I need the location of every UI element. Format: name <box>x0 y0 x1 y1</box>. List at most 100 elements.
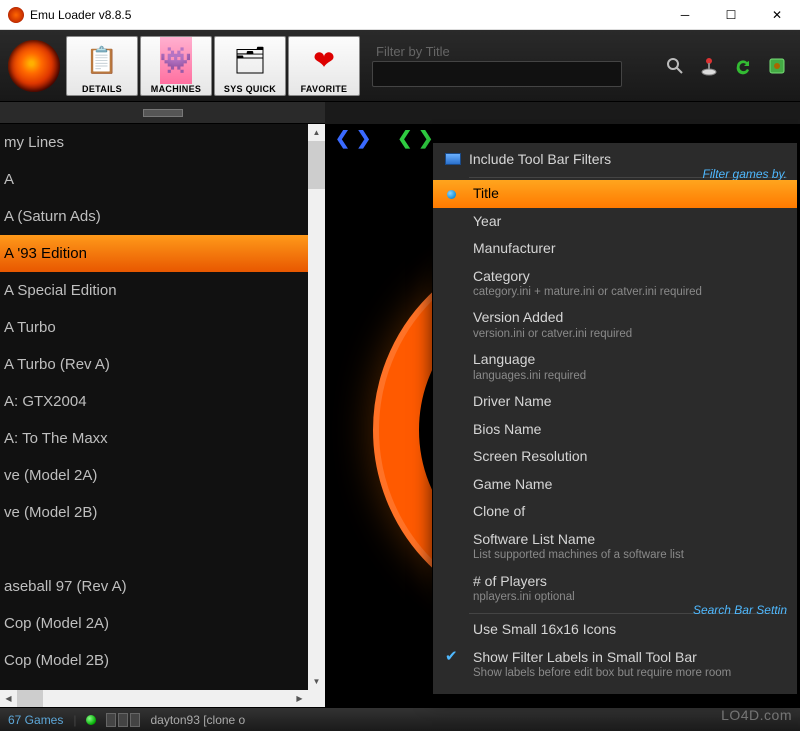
toolbar-glyph-icon: 📋 <box>86 37 118 84</box>
menu-item-clone-of[interactable]: Clone of <box>433 498 797 526</box>
scroll-thumb-h[interactable] <box>17 690 43 707</box>
menu-item-bios-name[interactable]: Bios Name <box>433 416 797 444</box>
close-button[interactable]: ✕ <box>754 0 800 30</box>
menu-item-label: Clone of <box>473 503 783 521</box>
menu-item-version-added[interactable]: Version Addedversion.ini or catver.ini r… <box>433 304 797 346</box>
menu-section-caption: Filter games by. <box>703 167 787 181</box>
menu-item-use-small-16x16-icons[interactable]: Use Small 16x16 Icons <box>433 616 797 644</box>
toolbar-button-details[interactable]: 📋DETAILS <box>66 36 138 96</box>
menu-item-manufacturer[interactable]: Manufacturer <box>433 235 797 263</box>
menu-item-driver-name[interactable]: Driver Name <box>433 388 797 416</box>
menu-item-screen-resolution[interactable]: Screen Resolution <box>433 443 797 471</box>
scroll-left-arrow-icon[interactable]: ◀ <box>0 690 17 707</box>
toolbar-glyph-icon: 🗂 <box>233 37 266 84</box>
scroll-thumb[interactable] <box>308 141 325 189</box>
menu-item-label: Show Filter Labels in Small Tool Bar <box>473 649 783 667</box>
game-list-item[interactable]: aseball 97 (Rev A) <box>0 568 308 605</box>
toolbar-button-label: MACHINES <box>151 84 201 94</box>
check-icon: ✔ <box>445 648 458 667</box>
menu-item-sublabel: languages.ini required <box>473 369 783 383</box>
menu-item-label: Driver Name <box>473 393 783 411</box>
menu-item-game-name[interactable]: Game Name <box>433 471 797 499</box>
menu-item-label: Screen Resolution <box>473 448 783 466</box>
menu-item-label: Bios Name <box>473 421 783 439</box>
game-list-item[interactable]: ve (Model 2B) <box>0 494 308 531</box>
menu-item-label: Year <box>473 213 783 231</box>
main-toolbar: 📋DETAILS👾MACHINES🗂SYS QUICK❤FAVORITE Fil… <box>0 30 800 102</box>
menu-item-sublabel: List supported machines of a software li… <box>473 548 783 562</box>
game-list: my LinesAA (Saturn Ads)A '93 EditionA Sp… <box>0 124 325 707</box>
menu-item-label: Title <box>473 185 783 203</box>
game-list-item[interactable]: ve (Model 2A) <box>0 457 308 494</box>
toolbar-glyph-icon: ❤ <box>313 37 335 84</box>
grip-handle-icon <box>143 109 183 117</box>
maximize-button[interactable]: ☐ <box>708 0 754 30</box>
toolbar-button-machines[interactable]: 👾MACHINES <box>140 36 212 96</box>
status-game-count: 67 Games <box>8 713 63 727</box>
logo-swirl-icon[interactable] <box>8 40 60 92</box>
game-list-item[interactable]: A: GTX2004 <box>0 383 308 420</box>
status-chips-icon <box>106 713 140 727</box>
menu-separator: Filter games by. <box>469 177 787 178</box>
menu-item-label: Version Added <box>473 309 783 327</box>
scroll-up-arrow-icon[interactable]: ▲ <box>308 124 325 141</box>
status-rom-name: dayton93 [clone o <box>150 713 245 727</box>
scroll-right-arrow-icon[interactable]: ▶ <box>291 690 308 707</box>
menu-item-language[interactable]: Languagelanguages.ini required <box>433 346 797 388</box>
game-list-item[interactable]: A Turbo <box>0 309 308 346</box>
toolbar-right-icons <box>662 53 796 79</box>
menu-item-label: Language <box>473 351 783 369</box>
joystick-icon[interactable] <box>696 53 722 79</box>
menu-item-label: Game Name <box>473 476 783 494</box>
toolbar-glyph-icon: 👾 <box>160 37 192 84</box>
filter-input[interactable] <box>372 61 622 87</box>
game-list-item[interactable]: Cop (Model 2A) <box>0 605 308 642</box>
menu-separator: Search Bar Settin <box>469 613 787 614</box>
status-bar: 67 Games | dayton93 [clone o <box>0 707 800 731</box>
menu-item-title[interactable]: Title <box>433 180 797 208</box>
game-list-item[interactable] <box>0 531 308 568</box>
menu-item-year[interactable]: Year <box>433 208 797 236</box>
toolbar-button-sys-quick[interactable]: 🗂SYS QUICK <box>214 36 286 96</box>
game-list-item[interactable]: Cop (Model 2B) <box>0 642 308 679</box>
window-titlebar: Emu Loader v8.8.5 ─ ☐ ✕ <box>0 0 800 30</box>
menu-item-sublabel: category.ini + mature.ini or catver.ini … <box>473 285 783 299</box>
toolbar-button-label: FAVORITE <box>301 84 348 94</box>
horizontal-scrollbar[interactable]: ◀ ▶ <box>0 690 308 707</box>
vertical-scrollbar[interactable]: ▲ ▼ <box>308 124 325 690</box>
settings-gear-icon[interactable] <box>764 53 790 79</box>
filter-zone: Filter by Title <box>368 36 660 96</box>
game-list-item[interactable]: A <box>0 161 308 198</box>
game-list-item[interactable]: A Turbo (Rev A) <box>0 346 308 383</box>
menu-item-sublabel: version.ini or catver.ini required <box>473 327 783 341</box>
search-icon[interactable] <box>662 53 688 79</box>
game-list-item[interactable]: A: To The Maxx <box>0 420 308 457</box>
menu-item-software-list-name[interactable]: Software List NameList supported machine… <box>433 526 797 568</box>
filter-by-label: Filter by Title <box>376 44 660 59</box>
window-icon <box>445 153 461 165</box>
nav-prev-icon[interactable]: ❮ <box>335 128 350 149</box>
refresh-icon[interactable] <box>730 53 756 79</box>
toolbar-button-label: SYS QUICK <box>224 84 276 94</box>
menu-section-caption: Search Bar Settin <box>693 603 787 617</box>
game-list-item[interactable]: A (Saturn Ads) <box>0 198 308 235</box>
menu-item-label: Software List Name <box>473 531 783 549</box>
game-list-item[interactable]: my Lines <box>0 124 308 161</box>
menu-item-label: Manufacturer <box>473 240 783 258</box>
menu-item-label: Category <box>473 268 783 286</box>
menu-item-sublabel: Show labels before edit box but require … <box>473 666 783 680</box>
nav-first-icon[interactable]: ❮ <box>397 128 412 149</box>
menu-item-show-filter-labels-in-small-tool-bar[interactable]: ✔ Show Filter Labels in Small Tool BarSho… <box>433 644 797 686</box>
nav-next-icon[interactable]: ❯ <box>356 128 371 149</box>
scroll-down-arrow-icon[interactable]: ▼ <box>308 673 325 690</box>
app-body: 📋DETAILS👾MACHINES🗂SYS QUICK❤FAVORITE Fil… <box>0 30 800 731</box>
game-list-item[interactable]: A '93 Edition <box>0 235 308 272</box>
toolbar-button-favorite[interactable]: ❤FAVORITE <box>288 36 360 96</box>
left-tab-strip[interactable] <box>0 102 325 124</box>
toolbar-button-label: DETAILS <box>82 84 122 94</box>
menu-item-sublabel: nplayers.ini optional <box>473 590 783 604</box>
radio-bullet-icon <box>447 190 456 199</box>
game-list-item[interactable]: A Special Edition <box>0 272 308 309</box>
minimize-button[interactable]: ─ <box>662 0 708 30</box>
menu-item-category[interactable]: Categorycategory.ini + mature.ini or cat… <box>433 263 797 305</box>
